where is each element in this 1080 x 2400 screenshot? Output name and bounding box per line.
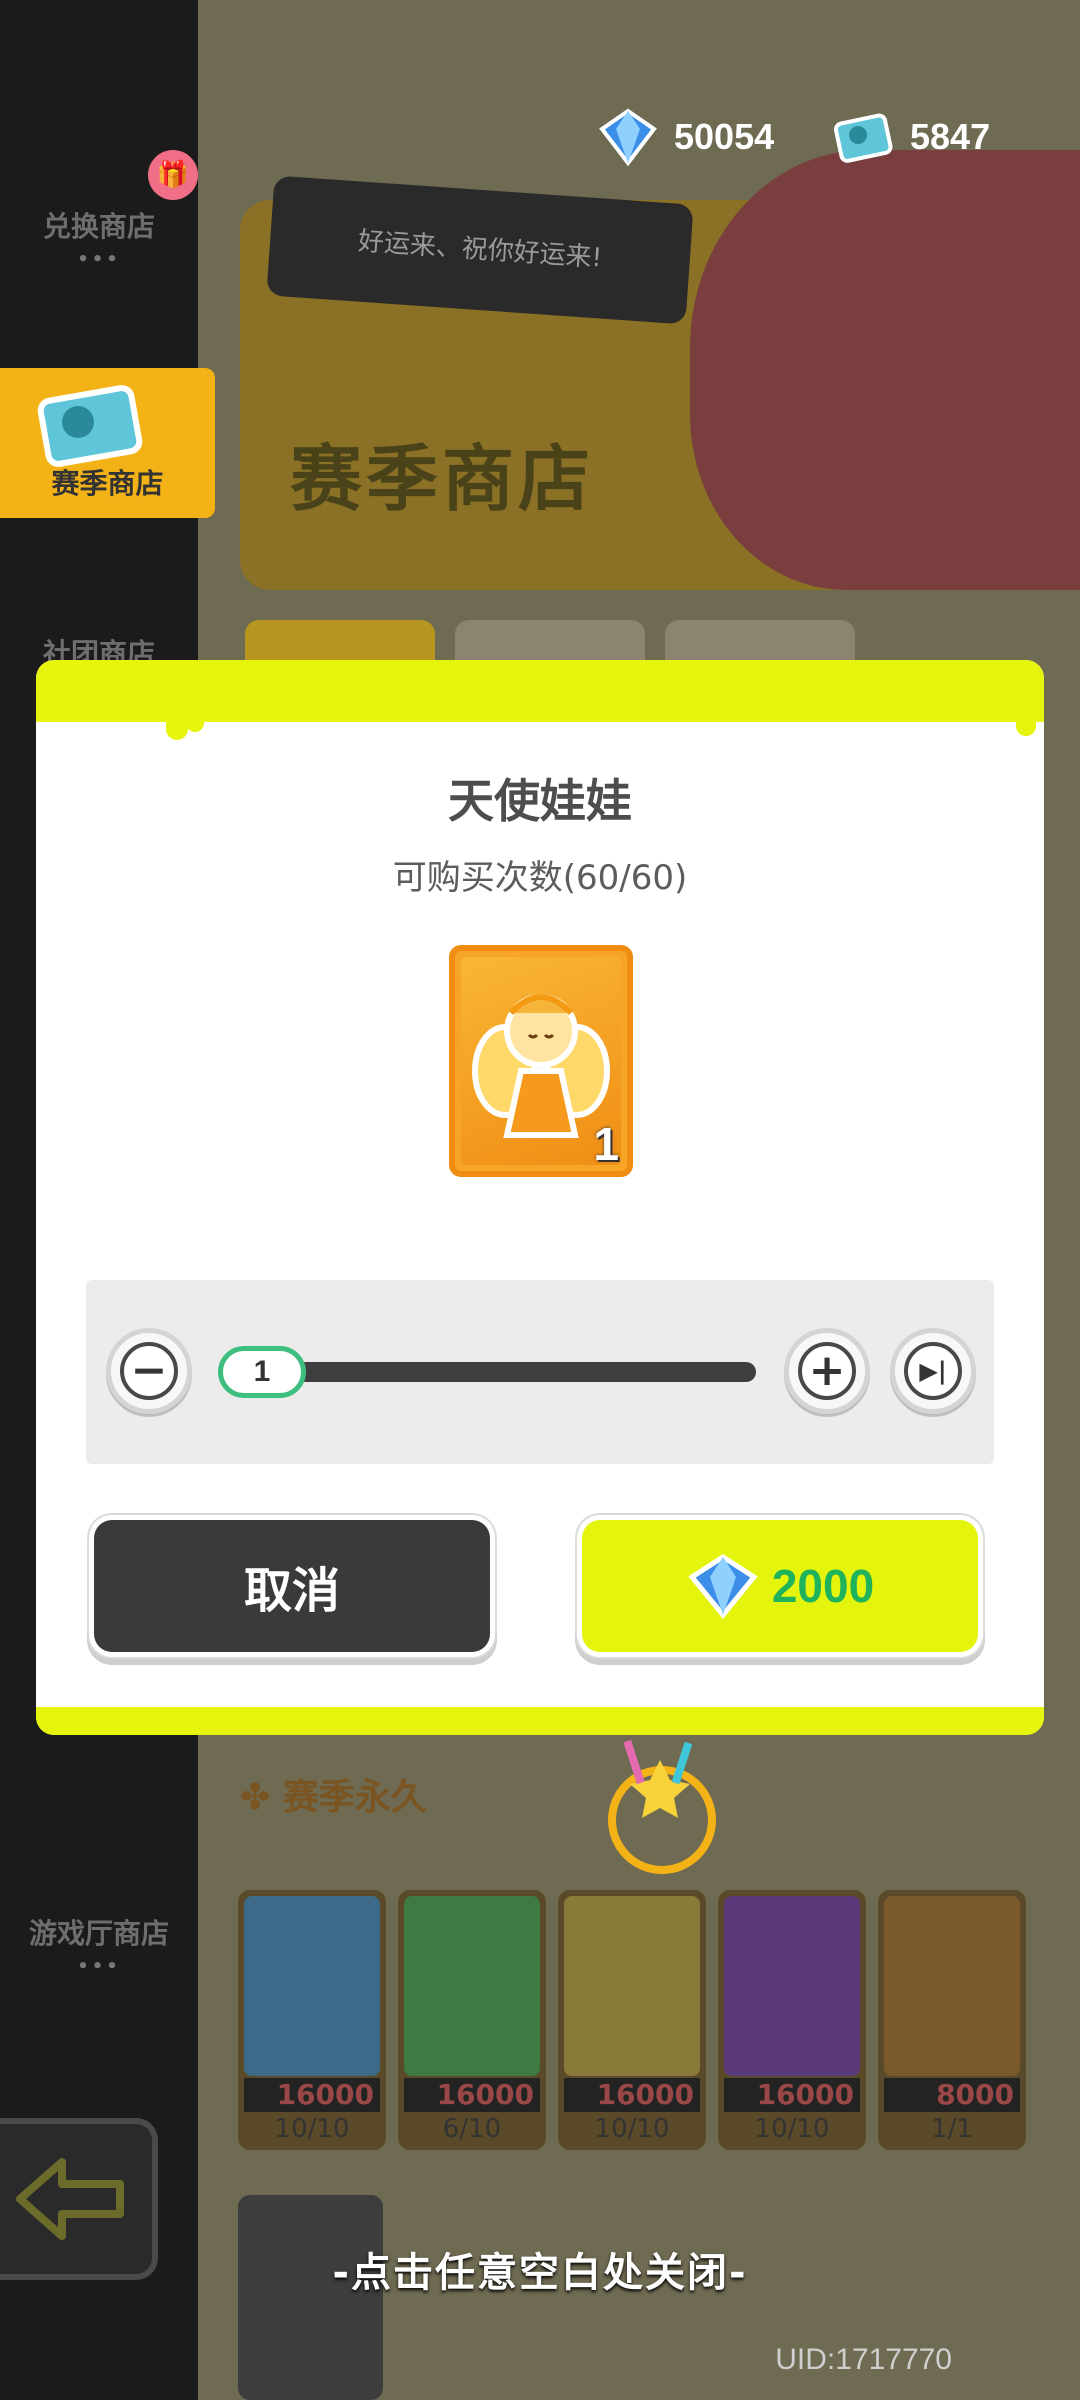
modal-bottom-stripe — [36, 1707, 1044, 1735]
cancel-button[interactable]: 取消 — [94, 1520, 490, 1652]
increase-button[interactable]: + — [784, 1328, 870, 1414]
user-id: UID:1717770 — [775, 2343, 952, 2376]
diamond-icon — [688, 1554, 758, 1619]
item-name: 天使娃娃 — [448, 774, 632, 828]
purchase-dialog: 天使娃娃 可购买次数(60/60) 1 − 1 + ▶| 取消 2000 — [36, 660, 1044, 1735]
cancel-button-label: 取消 — [243, 1563, 340, 1619]
minus-icon: − — [120, 1342, 178, 1400]
max-button[interactable]: ▶| — [890, 1328, 976, 1414]
item-preview-card: 1 — [449, 945, 633, 1177]
skip-to-max-icon: ▶| — [904, 1342, 962, 1400]
quantity-selector: − 1 + ▶| — [86, 1280, 994, 1464]
purchase-limit: 可购买次数(60/60) — [392, 858, 688, 898]
quantity-slider-thumb[interactable]: 1 — [218, 1346, 306, 1398]
buy-price: 2000 — [771, 1560, 875, 1612]
modal-drip-decoration — [36, 690, 1044, 740]
close-hint: -点击任意空白处关闭- — [332, 2250, 748, 2296]
decrease-button[interactable]: − — [106, 1328, 192, 1414]
plus-icon: + — [798, 1342, 856, 1400]
item-quantity: 1 — [593, 1118, 619, 1170]
sparkle-effect-icon — [608, 1740, 716, 1874]
buy-button[interactable]: 2000 — [582, 1520, 978, 1652]
